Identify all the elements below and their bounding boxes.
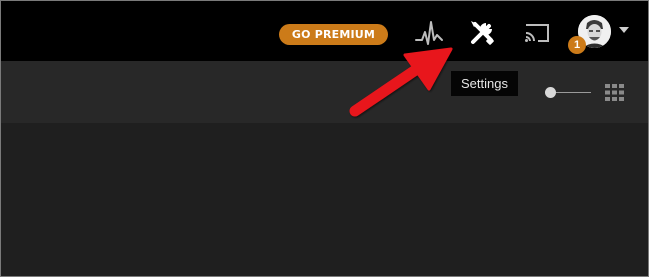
content-area — [1, 123, 648, 276]
notification-badge: 1 — [568, 36, 586, 54]
go-premium-button[interactable]: GO PREMIUM — [279, 24, 388, 45]
settings-tooltip: Settings — [451, 71, 518, 96]
app-window: GO PREMIUM 1 Settings — [0, 0, 649, 277]
toolbar — [1, 61, 648, 123]
chevron-down-icon[interactable] — [619, 27, 629, 33]
cast-icon[interactable] — [520, 19, 554, 47]
annotation-arrow — [349, 47, 453, 117]
top-bar: GO PREMIUM 1 — [1, 1, 648, 61]
activity-icon[interactable] — [414, 18, 444, 48]
zoom-slider-thumb[interactable] — [545, 87, 556, 98]
grid-view-icon[interactable] — [605, 84, 624, 101]
settings-icon[interactable] — [465, 16, 499, 50]
